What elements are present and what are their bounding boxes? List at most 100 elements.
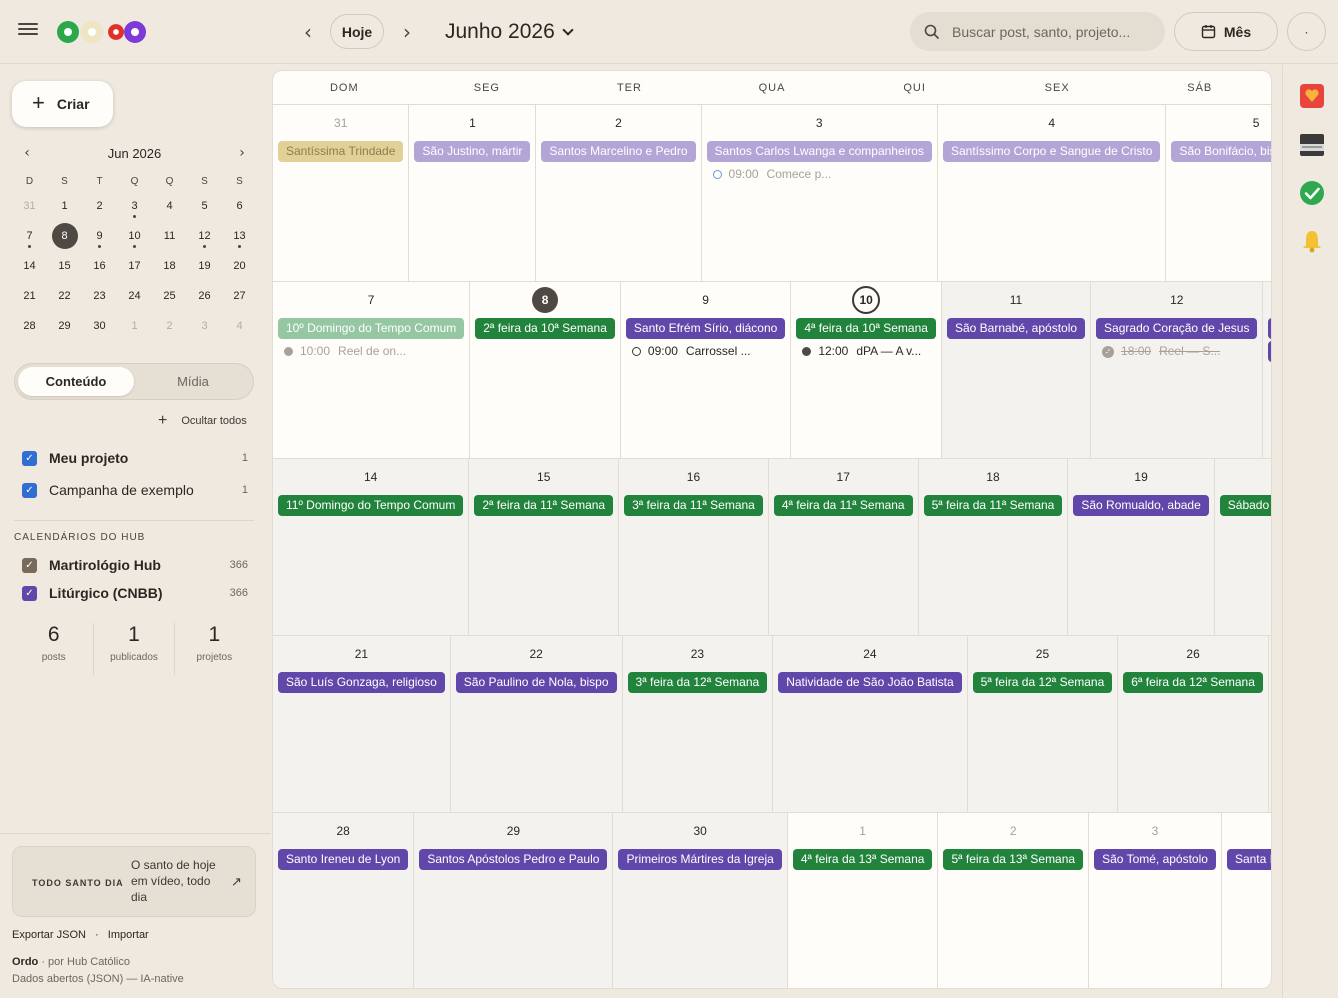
- next-month-button[interactable]: ›: [391, 16, 423, 48]
- day-cell[interactable]: 26 6ª feira da 12ª Semana: [1118, 636, 1269, 812]
- day-cell[interactable]: 24 Natividade de São João Batista: [773, 636, 968, 812]
- mini-day[interactable]: 15: [47, 251, 82, 281]
- calendar-event[interactable]: Sagrado Coração de Jesus: [1096, 318, 1258, 339]
- checkmark-icon[interactable]: [1299, 180, 1325, 206]
- day-cell[interactable]: 9 Santo Efrém Sírio, diácono 09:00 Carrosse…: [621, 282, 792, 458]
- mini-day[interactable]: 20: [222, 251, 257, 281]
- mini-day[interactable]: 17: [117, 251, 152, 281]
- mini-day[interactable]: 26: [187, 281, 222, 311]
- hide-all-button[interactable]: + Ocultar todos: [158, 412, 247, 430]
- day-cell[interactable]: 16 3ª feira da 11ª Semana: [619, 459, 769, 635]
- calendar-event[interactable]: Santos Carlos Lwanga e companheiros: [706, 141, 932, 162]
- mini-next-button[interactable]: ›: [227, 145, 257, 161]
- mini-day[interactable]: 1: [117, 311, 152, 341]
- calendar-event[interactable]: Santíssimo Corpo e Sangue de Cristo: [942, 141, 1161, 162]
- calendar-event[interactable]: São Paulino de Nola, bispo: [455, 672, 617, 693]
- mini-day[interactable]: 23: [82, 281, 117, 311]
- calendar-event[interactable]: 3ª feira da 11ª Semana: [624, 495, 763, 516]
- day-cell[interactable]: 10 4ª feira da 10ª Semana 12:00 dPA — A v..…: [791, 282, 942, 458]
- create-button[interactable]: + Criar: [12, 81, 113, 127]
- calendar-event[interactable]: Santo Efrém Sírio, diácono: [625, 318, 786, 339]
- checkbox-icon[interactable]: ✓: [22, 450, 37, 466]
- calendar-event[interactable]: Imaculado Coração de Maria: [1268, 341, 1271, 362]
- search-box[interactable]: [910, 12, 1165, 51]
- calendar-event[interactable]: 4ª feira da 13ª Semana: [792, 849, 933, 870]
- day-cell[interactable]: 3 Santos Carlos Lwanga e companheiros 09:0…: [702, 105, 938, 281]
- calendar-event[interactable]: 5ª feira da 11ª Semana: [923, 495, 1063, 516]
- search-input[interactable]: [952, 23, 1152, 40]
- calendar-event[interactable]: Santos Marcelino e Pedro: [541, 141, 696, 162]
- hub-calendar-item[interactable]: ✓ Martirológio Hub 366: [22, 554, 248, 576]
- mini-day[interactable]: 6: [222, 191, 257, 221]
- mini-day[interactable]: 31: [12, 191, 47, 221]
- day-cell[interactable]: 20Sábado da 11ª Semana: [1214, 459, 1271, 635]
- scheduled-post[interactable]: 09:00Carrossel ...: [1268, 364, 1271, 385]
- day-cell[interactable]: 1 São Justino, mártir: [409, 105, 537, 281]
- mini-day[interactable]: 10: [117, 221, 152, 251]
- day-cell[interactable]: 29 Santos Apóstolos Pedro e Paulo: [414, 813, 614, 988]
- mini-day[interactable]: 29: [47, 311, 82, 341]
- scheduled-post[interactable]: 09:00 Comece p...: [707, 164, 932, 185]
- day-cell[interactable]: 1 4ª feira da 13ª Semana: [788, 813, 939, 988]
- scheduled-post[interactable]: 12:00 dPA — A v...: [796, 341, 936, 362]
- bell-icon[interactable]: [1299, 228, 1325, 254]
- tab-content[interactable]: Conteúdo: [18, 367, 134, 396]
- calendar-event[interactable]: Sábado da 11ª Semana: [1219, 495, 1271, 516]
- calendar-event[interactable]: Santo Antônio de Pádua: [1268, 318, 1271, 339]
- mini-day[interactable]: 28: [12, 311, 47, 341]
- checkbox-icon[interactable]: ✓: [22, 585, 37, 601]
- mini-day[interactable]: 12: [187, 221, 222, 251]
- calendar-event[interactable]: 6ª feira da 12ª Semana: [1123, 672, 1263, 693]
- checkbox-icon[interactable]: ✓: [22, 482, 37, 498]
- calendar-event[interactable]: Santos Apóstolos Pedro e Paulo: [419, 849, 608, 870]
- day-cell[interactable]: 31 Santíssima Trindade: [273, 105, 410, 281]
- day-cell[interactable]: 5 São Bonifácio, bispo e mártir: [1166, 105, 1271, 281]
- day-cell[interactable]: 28 Santo Ireneu de Lyon: [273, 813, 415, 988]
- promo-card[interactable]: TODO SANTO DIA O santo de hoje em vídeo,…: [12, 846, 256, 917]
- day-cell[interactable]: 11 São Barnabé, apóstolo: [941, 282, 1092, 458]
- day-cell[interactable]: 23 3ª feira da 12ª Semana: [622, 636, 774, 812]
- mini-day[interactable]: 2: [152, 311, 187, 341]
- day-cell[interactable]: 22 São Paulino de Nola, bispo: [450, 636, 623, 812]
- day-cell[interactable]: 14 11º Domingo do Tempo Comum: [273, 459, 470, 635]
- calendar-event[interactable]: Santíssima Trindade: [278, 141, 404, 162]
- export-json-link[interactable]: Exportar JSON: [12, 929, 86, 941]
- today-button[interactable]: Hoje: [330, 14, 384, 49]
- mini-day[interactable]: 3: [187, 311, 222, 341]
- mini-day[interactable]: 5: [187, 191, 222, 221]
- mini-day[interactable]: 13: [222, 221, 257, 251]
- calendar-event[interactable]: 5ª feira da 12ª Semana: [972, 672, 1113, 693]
- calendar-event[interactable]: 3ª feira da 12ª Semana: [627, 672, 768, 693]
- day-cell[interactable]: 18 5ª feira da 11ª Semana: [918, 459, 1069, 635]
- mini-day[interactable]: 7: [12, 221, 47, 251]
- day-cell[interactable]: 2 Santos Marcelino e Pedro: [536, 105, 702, 281]
- project-item[interactable]: ✓ Campanha de exemplo 1: [22, 479, 248, 501]
- calendar-event[interactable]: São Justino, mártir: [414, 141, 531, 162]
- day-cell[interactable]: 13Santo Antônio de Pádua Imaculado Coraçã…: [1263, 282, 1271, 458]
- checkbox-icon[interactable]: ✓: [22, 557, 37, 573]
- mini-day[interactable]: 24: [117, 281, 152, 311]
- mini-day[interactable]: 9: [82, 221, 117, 251]
- calendar-event[interactable]: 2ª feira da 11ª Semana: [474, 495, 614, 516]
- calendar-event[interactable]: 11º Domingo do Tempo Comum: [278, 495, 464, 516]
- calendar-event[interactable]: São Romualdo, abade: [1073, 495, 1209, 516]
- hub-calendar-item[interactable]: ✓ Litúrgico (CNBB) 366: [22, 582, 248, 604]
- mini-day[interactable]: 22: [47, 281, 82, 311]
- day-cell[interactable]: 2 5ª feira da 13ª Semana: [938, 813, 1090, 988]
- view-mode-button[interactable]: Mês: [1174, 12, 1278, 51]
- day-cell[interactable]: 3 São Tomé, apóstolo: [1089, 813, 1222, 988]
- day-cell[interactable]: 4 Santíssimo Corpo e Sangue de Cristo: [938, 105, 1167, 281]
- calendar-event[interactable]: Primeiros Mártires da Igreja: [618, 849, 782, 870]
- mini-day[interactable]: 14: [12, 251, 47, 281]
- calendar-event[interactable]: Santo Ireneu de Lyon: [278, 849, 409, 870]
- mini-day[interactable]: 25: [152, 281, 187, 311]
- day-cell[interactable]: 7 10º Domingo do Tempo Comum 10:00 Reel de …: [273, 282, 471, 458]
- calendar-event[interactable]: 4ª feira da 11ª Semana: [773, 495, 913, 516]
- calendar-event[interactable]: 2ª feira da 10ª Semana: [475, 318, 615, 339]
- tab-media[interactable]: Mídia: [135, 367, 251, 396]
- mini-day[interactable]: 4: [222, 311, 257, 341]
- day-cell[interactable]: 27São Cirilo de Alexandria: [1268, 636, 1271, 812]
- calendar-event[interactable]: São Bonifácio, bispo e mártir: [1171, 141, 1271, 162]
- day-cell[interactable]: 30 Primeiros Mártires da Igreja: [613, 813, 788, 988]
- calendar-event[interactable]: São Barnabé, apóstolo: [946, 318, 1086, 339]
